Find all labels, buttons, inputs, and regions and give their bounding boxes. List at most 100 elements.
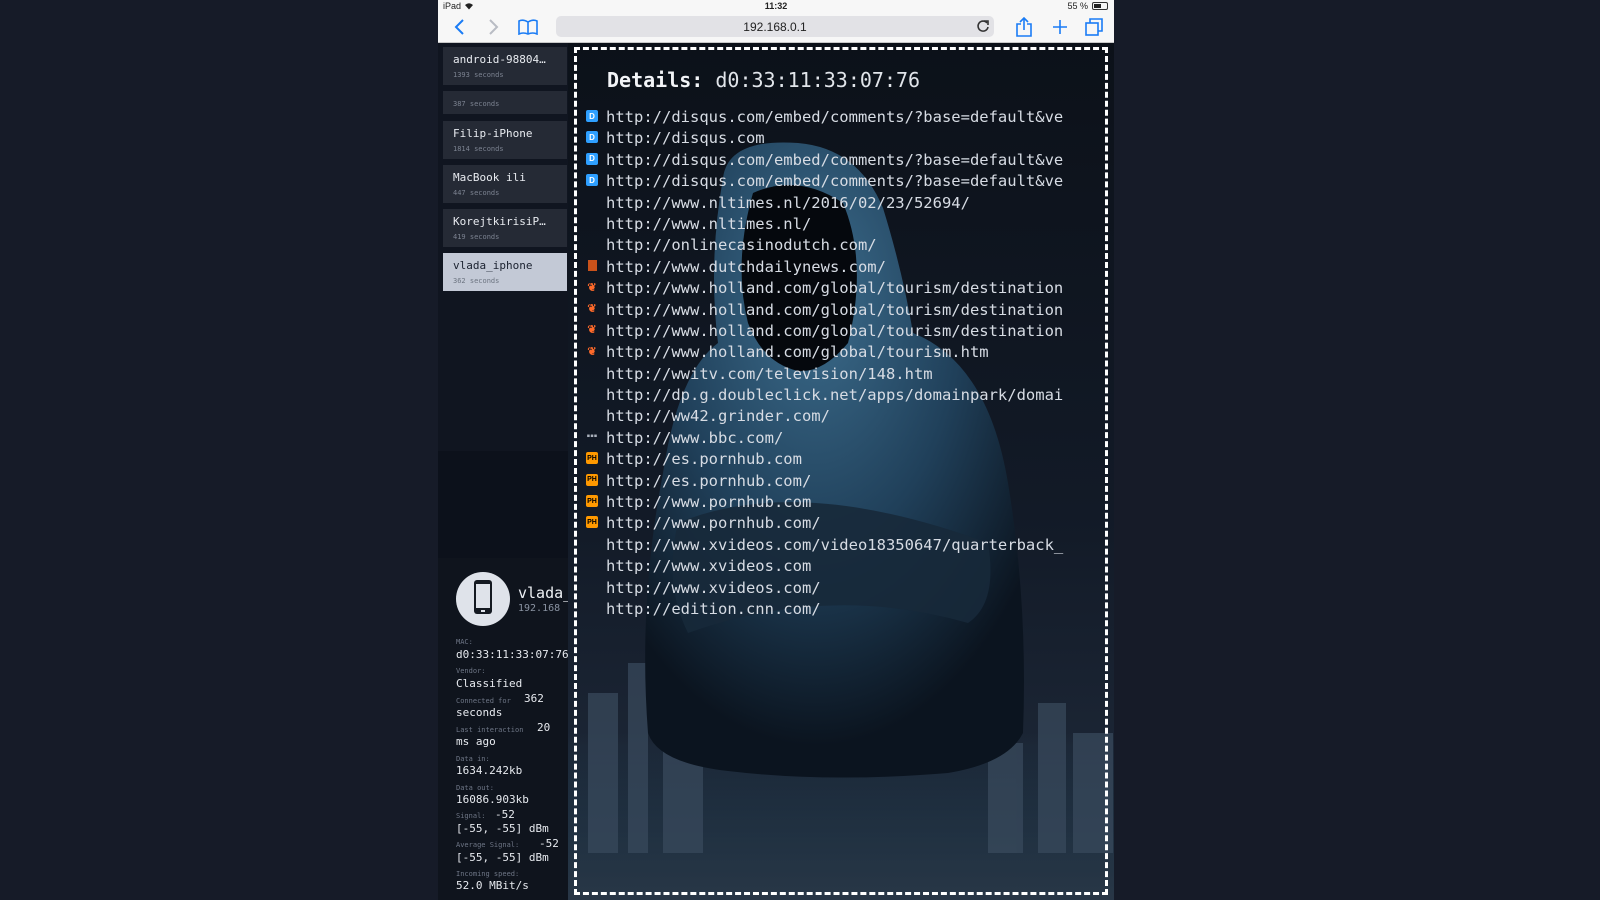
url-row[interactable]: PH http://es.pornhub.com (586, 449, 1102, 470)
details-panel: Details: d0:33:11:33:07:76 Dhttp://disqu… (574, 47, 1108, 895)
url-row[interactable]: http://www.xvideos.com/video18350647/qua… (586, 535, 1102, 556)
url-text: http://www.nltimes.nl/ (606, 214, 812, 233)
url-text: http://www.holland.com/global/tourism/de… (606, 279, 1064, 298)
url-row[interactable]: Dhttp://disqus.com/embed/comments/?base=… (586, 107, 1102, 128)
device-item-unnamed[interactable]: 387 seconds (443, 91, 567, 114)
back-icon[interactable] (450, 16, 470, 38)
url-text: http://www.holland.com/global/tourism/de… (606, 300, 1064, 319)
url-text: http://www.pornhub.com (606, 493, 812, 512)
vendor-value: Classified (456, 677, 523, 690)
device-ip: 192.168 (518, 603, 561, 614)
device-list: android-98804… 1393 seconds 387 seconds … (438, 43, 568, 451)
status-bar: iPad 11:32 55 % (438, 0, 1114, 12)
connected-label: Connected for (456, 697, 511, 705)
pornhub-icon: PH (586, 516, 598, 529)
url-row[interactable]: http://dp.g.doubleclick.net/apps/domainp… (586, 385, 1102, 406)
incoming-speed-value: 52.0 MBit/s (456, 879, 529, 892)
details-title: Details: d0:33:11:33:07:76 (607, 68, 920, 92)
pornhub-icon: PH (586, 473, 598, 486)
average-signal-range: [-55, -55] dBm (456, 851, 549, 864)
disqus-icon: D (586, 152, 598, 165)
url-text: http://www.holland.com/global/tourism/de… (606, 321, 1064, 340)
url-row[interactable]: http://edition.cnn.com/ (586, 599, 1102, 620)
pornhub-icon: PH (586, 495, 598, 508)
url-text: http://es.pornhub.com (606, 450, 802, 469)
battery-icon (1092, 2, 1108, 10)
new-tab-icon[interactable] (1048, 16, 1072, 38)
url-text: http://www.pornhub.com/ (606, 514, 821, 533)
tabs-icon[interactable] (1082, 16, 1106, 38)
bbc-icon: ▪▪▪ (586, 431, 598, 443)
url-text: http://disqus.com/embed/comments/?base=d… (606, 108, 1064, 126)
device-connected-time: 387 seconds (453, 100, 500, 108)
url-row[interactable]: http://www.xvideos.com/ (586, 578, 1102, 599)
url-text: http://www.holland.com/global/tourism.ht… (606, 343, 989, 362)
url-row[interactable]: http://www.nltimes.nl/ (586, 214, 1102, 235)
last-interaction-value: 20 (537, 721, 551, 734)
url-text: http://www.nltimes.nl/2016/02/23/52694/ (606, 193, 970, 212)
signal-value: -52 (495, 808, 515, 821)
url-row[interactable]: http://ww42.grinder.com/ (586, 406, 1102, 427)
signal-range: [-55, -55] dBm (456, 822, 549, 835)
url-row[interactable]: ▪▪▪ http://www.bbc.com/ (586, 428, 1102, 449)
signal-label: Signal: (456, 812, 486, 820)
device-item-android[interactable]: android-98804… 1393 seconds (443, 47, 567, 85)
tulip-icon: ❦ (587, 281, 597, 294)
data-out-value: 16086.903kb (456, 793, 529, 806)
device-item-filip-iphone[interactable]: Filip-iPhone 1814 seconds (443, 121, 567, 159)
device-title: vlada_ (518, 584, 568, 602)
share-icon[interactable] (1012, 16, 1036, 38)
incoming-speed-label: Incoming speed: (456, 870, 520, 878)
details-mac: d0:33:11:33:07:76 (715, 68, 921, 92)
forward-icon[interactable] (483, 16, 503, 38)
url-text: http://disqus.com/embed/comments/?base=d… (606, 150, 1064, 169)
visited-url-list: Dhttp://disqus.com/embed/comments/?base=… (586, 107, 1102, 620)
device-name: KorejtkirisiP… (453, 215, 546, 228)
device-name: vlada_iphone (453, 259, 533, 272)
url-row[interactable]: http://onlinecasinodutch.com/ (586, 235, 1102, 256)
url-row[interactable]: PH http://es.pornhub.com/ (586, 471, 1102, 492)
url-row[interactable]: http://www.xvideos.com (586, 556, 1102, 577)
url-row[interactable]: PH http://www.pornhub.com (586, 492, 1102, 513)
device-connected-time: 447 seconds (453, 189, 500, 197)
url-row[interactable]: Dhttp://disqus.com/embed/comments/?base=… (586, 171, 1102, 192)
url-row[interactable]: ❦ http://www.holland.com/global/tourism/d… (586, 321, 1102, 342)
url-bar[interactable]: 192.168.0.1 (556, 16, 994, 37)
device-item-vlada-iphone[interactable]: vlada_iphone 362 seconds (443, 253, 567, 291)
url-row[interactable]: http://www.nltimes.nl/2016/02/23/52694/ (586, 193, 1102, 214)
device-connected-time: 1814 seconds (453, 145, 504, 153)
bookmarks-icon[interactable] (516, 16, 540, 38)
url-row[interactable]: Dhttp://disqus.com/embed/comments/?base=… (586, 150, 1102, 171)
data-out-label: Data out: (456, 784, 494, 792)
url-text: http://disqus.com (606, 129, 765, 148)
browser-toolbar: 192.168.0.1 (438, 12, 1114, 43)
url-row[interactable]: ❦ http://www.holland.com/global/tourism.h… (586, 342, 1102, 363)
device-info-panel: vlada_ 192.168 MAC: d0:33:11:33:07:76 Ve… (438, 558, 568, 900)
url-row[interactable]: ❦ http://www.holland.com/global/tourism/d… (586, 300, 1102, 321)
device-name: MacBook ili (453, 171, 526, 184)
url-row[interactable]: PH http://www.pornhub.com/ (586, 513, 1102, 534)
mac-label: MAC: (456, 638, 473, 646)
url-row[interactable]: ❦ http://www.holland.com/global/tourism/d… (586, 278, 1102, 299)
average-signal-label: Average Signal: (456, 841, 520, 849)
url-text: http://onlinecasinodutch.com/ (606, 236, 877, 255)
reload-icon[interactable] (976, 19, 990, 36)
url-row[interactable]: http://wwitv.com/television/148.htm (586, 364, 1102, 385)
url-row[interactable]: Dhttp://disqus.com (586, 128, 1102, 149)
url-row[interactable]: http://www.dutchdailynews.com/ (586, 257, 1102, 278)
mac-value: d0:33:11:33:07:76 (456, 648, 568, 661)
average-signal-value: -52 (539, 837, 559, 850)
data-in-value: 1634.242kb (456, 764, 523, 777)
device-item-korejtkirisip[interactable]: KorejtkirisiP… 419 seconds (443, 209, 567, 247)
device-name: Filip-iPhone (453, 127, 533, 140)
connected-unit: seconds (456, 706, 503, 719)
status-battery: 55 % (1067, 0, 1108, 12)
url-text: http://disqus.com/embed/comments/?base=d… (606, 172, 1064, 191)
url-text: http://www.xvideos.com (606, 557, 812, 576)
url-text: http://wwitv.com/television/148.htm (606, 364, 933, 383)
dutchdailynews-icon (588, 259, 597, 271)
device-name: android-98804… (453, 53, 546, 66)
battery-percent: 55 % (1067, 1, 1088, 11)
disqus-icon: D (586, 131, 598, 144)
device-item-macbook[interactable]: MacBook ili 447 seconds (443, 165, 567, 203)
